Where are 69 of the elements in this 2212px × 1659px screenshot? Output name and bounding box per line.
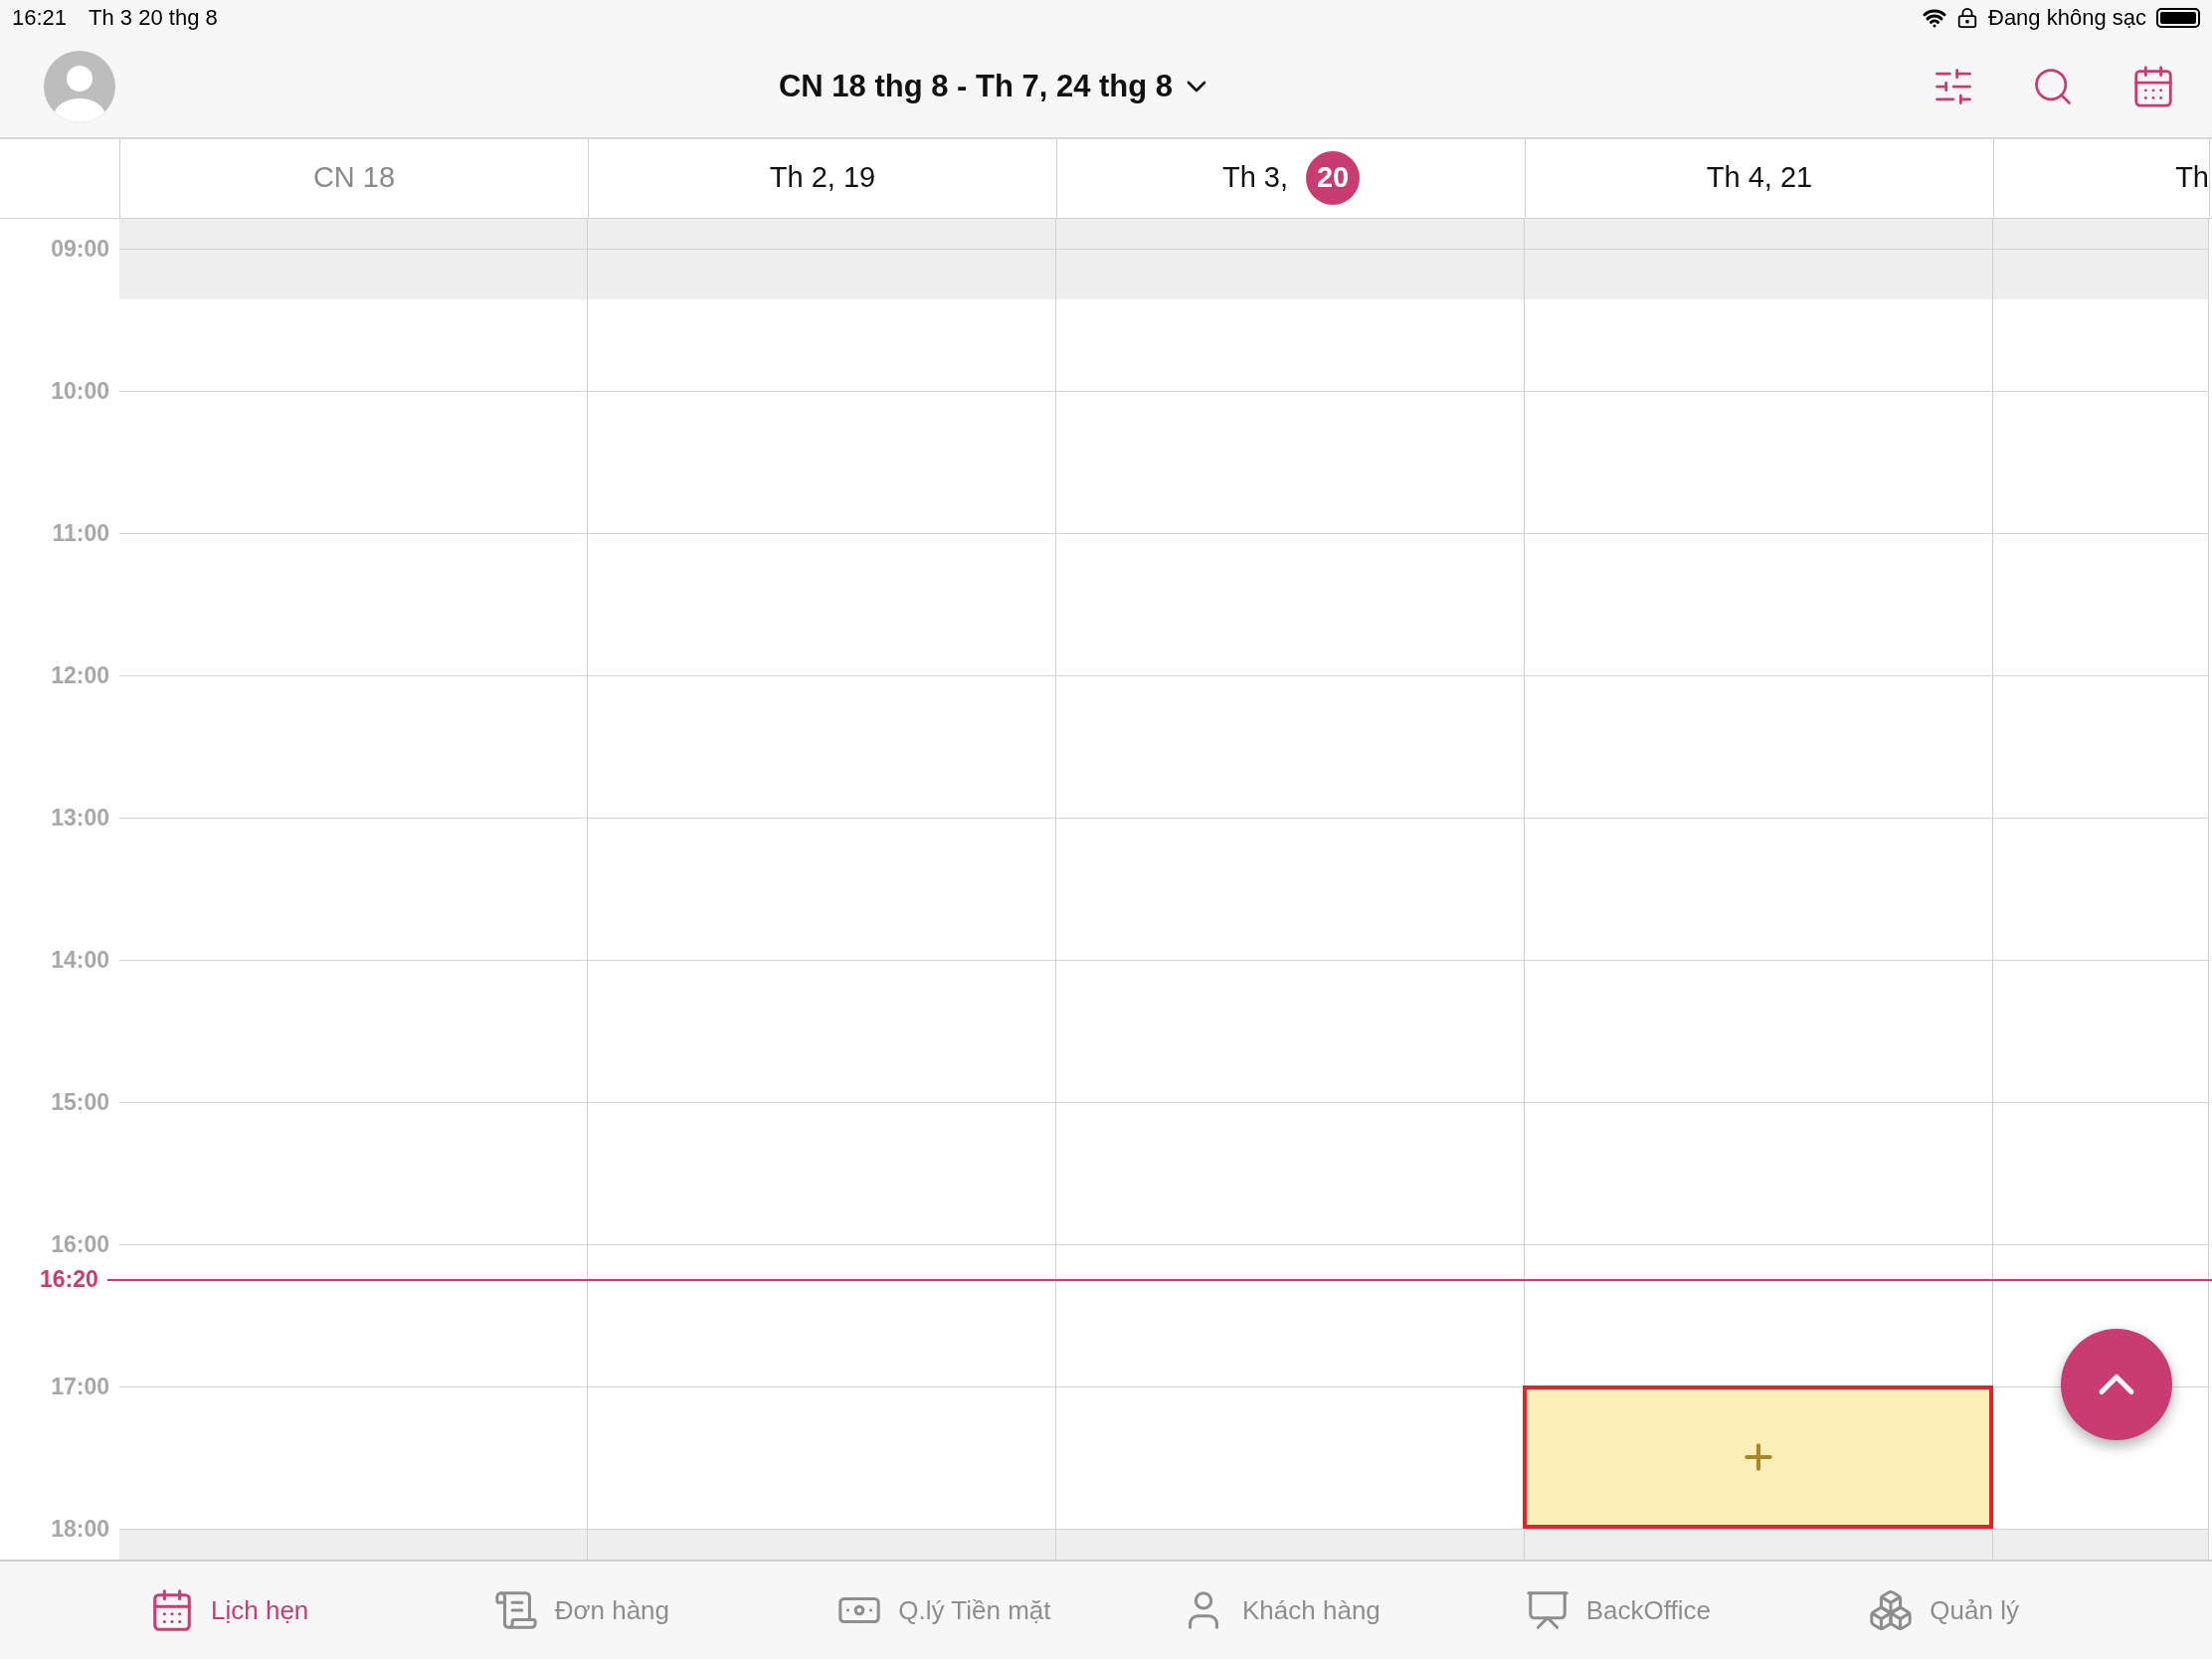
time-slot-cell[interactable] <box>1056 675 1525 818</box>
day-header[interactable]: CN 18 <box>312 161 396 194</box>
time-slot-cell[interactable] <box>1525 960 1993 1102</box>
time-slot-cell[interactable] <box>588 960 1056 1102</box>
time-slot-cell[interactable] <box>1993 391 2209 533</box>
day-header[interactable]: Th 4, 21 <box>1706 161 1813 194</box>
hour-label: 16:00 <box>51 1231 109 1258</box>
day-header[interactable]: Th 2, 19 <box>769 161 876 194</box>
day-header[interactable]: Th <box>2175 161 2209 194</box>
time-slot-cell[interactable] <box>1993 533 2209 675</box>
time-slot-cell[interactable] <box>588 818 1056 960</box>
battery-icon <box>2156 8 2200 28</box>
time-slot-cell[interactable] <box>1993 1102 2209 1244</box>
hour-label: 18:00 <box>51 1516 109 1543</box>
time-slot-cell[interactable] <box>1056 249 1525 391</box>
time-slot-cell[interactable] <box>1525 391 1993 533</box>
tab-bar-item[interactable]: Khách hàng <box>1181 1587 1525 1633</box>
hexagons-icon <box>1868 1587 1915 1633</box>
hour-label: 10:00 <box>51 378 109 405</box>
time-slot-cell[interactable] <box>119 675 588 818</box>
tab-bar-item[interactable]: Đơn hàng <box>492 1587 837 1633</box>
battery-status: Đang không sạc <box>1988 5 2146 31</box>
time-slot-cell[interactable] <box>119 533 588 675</box>
time-slot-cell[interactable] <box>1993 960 2209 1102</box>
time-slot-cell[interactable] <box>119 1386 588 1529</box>
tab-bar-item[interactable]: Quản lý <box>1868 1587 2212 1633</box>
time-slot-cell[interactable] <box>1056 818 1525 960</box>
time-slot-cell[interactable] <box>1056 1244 1525 1386</box>
time-slot-cell[interactable] <box>588 391 1056 533</box>
time-slot-cell[interactable] <box>588 249 1056 391</box>
day-header[interactable]: Th 3, <box>1221 161 1289 194</box>
time-slot-cell[interactable] <box>1993 818 2209 960</box>
hour-label: 09:00 <box>51 236 109 263</box>
status-time: 16:21 <box>12 5 68 31</box>
time-slot-cell[interactable] <box>119 249 588 391</box>
time-slot-cell[interactable] <box>1525 1102 1993 1244</box>
time-slot-cell[interactable] <box>1056 1102 1525 1244</box>
hour-label: 14:00 <box>51 947 109 974</box>
hour-label: 11:00 <box>52 520 109 547</box>
time-slot-cell[interactable] <box>1056 960 1525 1102</box>
time-slot-cell[interactable] <box>1525 249 1993 391</box>
hour-label: 12:00 <box>51 662 109 689</box>
time-slot-cell[interactable] <box>119 1244 588 1386</box>
time-slot-cell[interactable] <box>1525 533 1993 675</box>
time-slot-cell[interactable] <box>588 1102 1056 1244</box>
tab-bar-item[interactable]: BackOffice <box>1524 1587 1869 1633</box>
hour-label: 13:00 <box>51 805 109 831</box>
time-slot-cell[interactable] <box>1525 1244 1993 1386</box>
time-slot-cell[interactable] <box>1056 533 1525 675</box>
time-slot-cell[interactable] <box>119 818 588 960</box>
tab-bar-item[interactable]: Q.lý Tiền mặt <box>836 1587 1181 1633</box>
time-slot-cell[interactable] <box>119 1102 588 1244</box>
time-slot-cell[interactable] <box>1525 818 1993 960</box>
tab-bar-item[interactable]: Lịch hẹn <box>149 1587 493 1633</box>
time-slot-cell[interactable] <box>588 533 1056 675</box>
time-slot-cell[interactable] <box>1525 675 1993 818</box>
time-slot-cell[interactable] <box>1993 675 2209 818</box>
time-slot-cell[interactable] <box>1993 249 2209 391</box>
today-badge: 20 <box>1306 150 1361 205</box>
status-date: Th 3 20 thg 8 <box>89 5 218 31</box>
time-slot-cell[interactable] <box>588 1386 1056 1529</box>
time-slot-cell[interactable] <box>1056 391 1525 533</box>
time-slot-cell[interactable] <box>588 675 1056 818</box>
time-slot-cell[interactable] <box>119 391 588 533</box>
time-slot-cell[interactable] <box>588 1244 1056 1386</box>
time-slot-cell[interactable] <box>119 960 588 1102</box>
hour-label: 15:00 <box>51 1089 109 1116</box>
hour-label: 17:00 <box>51 1374 109 1400</box>
date-range-dropdown[interactable]: CN 18 thg 8 - Th 7, 24 thg 8 <box>774 65 1217 108</box>
